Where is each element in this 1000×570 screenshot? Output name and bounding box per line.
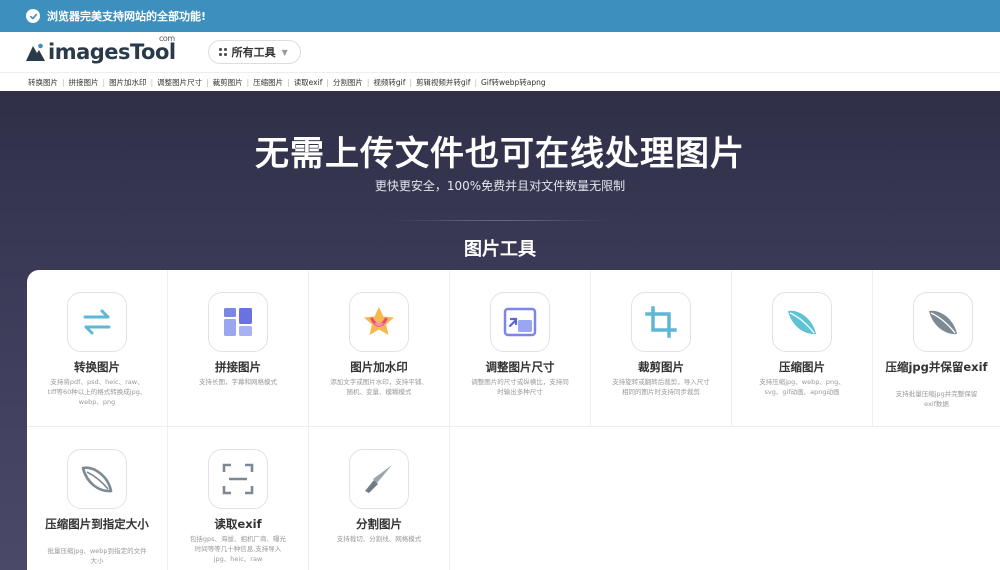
subnav-link[interactable]: 裁剪图片 bbox=[213, 77, 243, 88]
subnav: 转换图片 | 拼接图片 | 图片加水印 | 调整图片尺寸 | 裁剪图片 | 压缩图片 | 读取exif |… bbox=[0, 72, 1000, 92]
tool-card-collage[interactable]: 拼接图片 支持长图，字幕和网格模式 bbox=[168, 270, 309, 427]
subnav-link[interactable]: 图片加水印 bbox=[109, 77, 147, 88]
tool-desc: 支持批量压缩jpg并完整保留exif数据 bbox=[895, 390, 978, 408]
section-title: 图片工具 bbox=[464, 239, 536, 260]
tool-card-compress-exif[interactable]: 压缩jpg并保留exif 支持批量压缩jpg并完整保留exif数据 bbox=[873, 270, 1000, 427]
tools-panel: 转换图片 支持将pdf、psd、heic、raw、tiff等60种以上的格式转换… bbox=[27, 270, 1000, 570]
subnav-link[interactable]: 转换图片 bbox=[28, 77, 58, 88]
split-icon bbox=[349, 449, 409, 509]
tool-name: 裁剪图片 bbox=[638, 360, 684, 374]
compress-size-icon bbox=[67, 449, 127, 509]
tool-name: 压缩图片 bbox=[779, 360, 825, 374]
grid-icon bbox=[218, 48, 227, 56]
hero-title: 无需上传文件也可在线处理图片 bbox=[255, 134, 745, 174]
resize-icon bbox=[490, 292, 550, 352]
convert-icon bbox=[67, 292, 127, 352]
subnav-separator: | bbox=[366, 78, 370, 87]
tool-card-compress-size[interactable]: 压缩图片到指定大小 批量压缩jpg、webp到指定的文件大小 bbox=[27, 427, 168, 570]
subnav-link[interactable]: 压缩图片 bbox=[253, 77, 283, 88]
subnav-separator: | bbox=[474, 78, 477, 87]
subnav-link[interactable]: 视频转gif bbox=[373, 77, 405, 88]
all-tools-label: 所有工具 bbox=[231, 46, 276, 59]
subnav-separator: | bbox=[150, 78, 154, 87]
divider bbox=[388, 220, 612, 221]
tool-desc: 支持旋转或翻转后裁剪，导入尺寸相同的图片时支持同步裁剪 bbox=[612, 378, 710, 396]
subnav-separator: | bbox=[326, 78, 329, 87]
tool-name: 拼接图片 bbox=[215, 360, 261, 374]
tool-name: 调整图片尺寸 bbox=[485, 360, 555, 374]
tool-card-convert[interactable]: 转换图片 支持将pdf、psd、heic、raw、tiff等60种以上的格式转换… bbox=[27, 270, 168, 427]
logo[interactable]: imagesTool com bbox=[24, 34, 176, 64]
collage-icon bbox=[208, 292, 268, 352]
subnav-link[interactable]: 读取exif bbox=[294, 77, 323, 88]
logo-mark-icon bbox=[26, 43, 45, 61]
subnav-link[interactable]: 剪辑视频并转gif bbox=[416, 77, 471, 88]
tool-desc: 支持压缩jpg、webp、png、svg、gif动画、apng动画 bbox=[759, 378, 845, 396]
logo-text: imagesTool com bbox=[48, 34, 176, 64]
tool-card-compress[interactable]: 压缩图片 支持压缩jpg、webp、png、svg、gif动画、apng动画 bbox=[732, 270, 873, 427]
tool-desc: 添加文字或图片水印，支持平铺、随机、变量、模糊模式 bbox=[330, 378, 428, 396]
tool-desc: 支持将pdf、psd、heic、raw、tiff等60种以上的格式转换成jpg、… bbox=[47, 378, 147, 406]
tool-desc: 批量压缩jpg、webp到指定的文件大小 bbox=[47, 547, 147, 565]
caret-down-icon: ▼ bbox=[281, 47, 288, 57]
tool-card-exif[interactable]: 读取exif 包括gps、海拔、相机厂商、曝光时间等等几十种信息,支持导入jpg… bbox=[168, 427, 309, 570]
subnav-separator: | bbox=[409, 78, 412, 87]
compress-icon bbox=[772, 292, 832, 352]
tool-name: 读取exif bbox=[214, 517, 262, 531]
subnav-link[interactable]: 分割图片 bbox=[333, 77, 363, 88]
hero-subtitle: 更快更安全，100%免费并且对文件数量无限制 bbox=[374, 179, 626, 193]
tool-name: 图片加水印 bbox=[350, 360, 408, 374]
compress-exif-icon bbox=[913, 292, 973, 352]
check-circle-icon bbox=[26, 9, 40, 23]
header: imagesTool com 所有工具 ▼ bbox=[0, 32, 1000, 72]
subnav-link[interactable]: Gif转webp转apng bbox=[481, 77, 546, 88]
tool-card-split[interactable]: 分割图片 支持裁切、分割线、网格模式 bbox=[309, 427, 450, 570]
subnav-separator: | bbox=[102, 78, 106, 87]
subnav-separator: | bbox=[206, 78, 209, 87]
subnav-separator: | bbox=[62, 78, 65, 87]
all-tools-dropdown[interactable]: 所有工具 ▼ bbox=[207, 40, 301, 64]
crop-icon bbox=[631, 292, 691, 352]
subnav-separator: | bbox=[287, 78, 290, 87]
tool-name: 压缩图片到指定大小 bbox=[45, 517, 149, 531]
tool-desc: 调整图片的尺寸或纵横比，支持同时输出多种尺寸 bbox=[471, 378, 569, 396]
tool-card-crop[interactable]: 裁剪图片 支持旋转或翻转后裁剪，导入尺寸相同的图片时支持同步裁剪 bbox=[591, 270, 732, 427]
notice-text: 浏览器完美支持网站的全部功能! bbox=[47, 10, 207, 23]
subnav-separator: | bbox=[246, 78, 250, 87]
tool-name: 转换图片 bbox=[74, 360, 120, 374]
watermark-icon bbox=[349, 292, 409, 352]
tool-desc: 支持长图，字幕和网格模式 bbox=[199, 378, 277, 386]
exif-icon bbox=[208, 449, 268, 509]
tool-card-resize[interactable]: 调整图片尺寸 调整图片的尺寸或纵横比，支持同时输出多种尺寸 bbox=[450, 270, 591, 427]
tool-desc: 包括gps、海拔、相机厂商、曝光时间等等几十种信息,支持导入jpg、heic、r… bbox=[189, 535, 287, 563]
tool-desc: 支持裁切、分割线、网格模式 bbox=[336, 535, 422, 543]
tool-name: 压缩jpg并保留exif bbox=[885, 360, 988, 374]
tool-name: 分割图片 bbox=[356, 517, 402, 531]
subnav-link[interactable]: 调整图片尺寸 bbox=[157, 77, 202, 88]
subnav-link[interactable]: 拼接图片 bbox=[69, 77, 99, 88]
notice-bar: 浏览器完美支持网站的全部功能! bbox=[0, 0, 1000, 32]
tool-card-watermark[interactable]: 图片加水印 添加文字或图片水印，支持平铺、随机、变量、模糊模式 bbox=[309, 270, 450, 427]
